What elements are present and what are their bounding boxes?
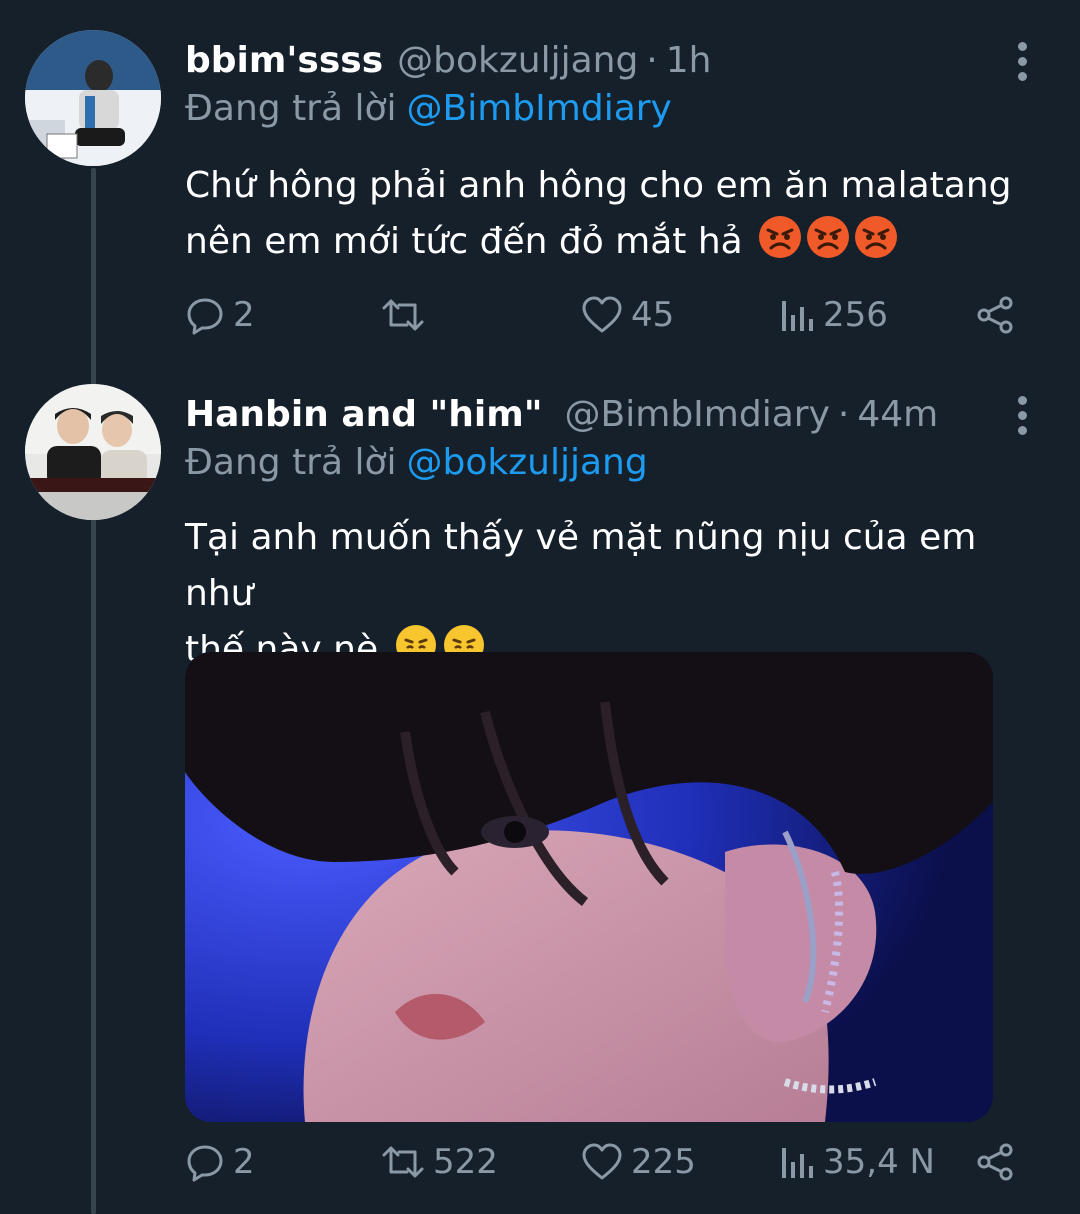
angry-face-emoji (854, 215, 898, 276)
retweet-button[interactable] (381, 295, 433, 335)
reply-button[interactable]: 2 (185, 1142, 255, 1182)
tweet[interactable]: bbim'ssss @bokzuljjang · 1h Đang trả lời… (0, 0, 1080, 360)
like-button[interactable]: 45 (581, 295, 674, 335)
tweet-text-line: Chứ hông phải anh hông cho em ăn malatan… (185, 165, 1012, 206)
share-button[interactable] (975, 295, 1015, 335)
separator-dot: · (646, 40, 658, 81)
retweet-count: 522 (433, 1142, 498, 1182)
tweet-text-line: nên em mới tức đến đỏ mắt hả (185, 221, 743, 262)
timestamp[interactable]: 1h (666, 40, 712, 81)
replying-to-mention[interactable]: @BimbImdiary (407, 88, 672, 129)
reply-count: 2 (233, 295, 255, 335)
replying-to: Đang trả lời @BimbImdiary (185, 88, 672, 129)
share-button[interactable] (975, 1142, 1015, 1182)
avatar[interactable] (25, 30, 161, 166)
share-icon (977, 296, 1013, 334)
separator-dot: · (837, 394, 850, 435)
user-handle[interactable]: @bokzuljjang (397, 40, 638, 81)
like-count: 225 (631, 1142, 696, 1182)
like-count: 45 (631, 295, 675, 335)
replying-to-mention[interactable]: @bokzuljjang (407, 442, 648, 483)
angry-face-emoji (758, 215, 802, 276)
views-icon (782, 301, 813, 331)
views-count: 256 (823, 295, 888, 335)
tweet-actions: 2 45 256 (185, 295, 1035, 345)
views-icon (782, 1148, 813, 1178)
like-icon (582, 296, 622, 333)
reply-icon (187, 1145, 223, 1182)
tweet-actions: 2 522 225 35,4 N (185, 1142, 1035, 1192)
retweet-icon (382, 1146, 424, 1178)
like-icon (582, 1143, 622, 1180)
avatar[interactable] (25, 384, 161, 520)
replying-prefix: Đang trả lời (185, 442, 397, 483)
tweet-text-line-with-emoji: nên em mới tức đến đỏ mắt hả (185, 214, 1045, 276)
views-button[interactable]: 35,4 N (779, 1142, 935, 1182)
tweet[interactable]: Hanbin and "him" @BimbImdiary · 44m Đang… (0, 360, 1080, 1214)
display-name[interactable]: bbim'ssss (185, 40, 383, 81)
retweet-icon (382, 299, 424, 331)
timestamp[interactable]: 44m (857, 394, 938, 435)
views-button[interactable]: 256 (779, 295, 888, 335)
tweet-text-line: Tại anh muốn thấy vẻ mặt nũng nịu của em… (185, 517, 977, 614)
retweet-button[interactable]: 522 (381, 1142, 498, 1182)
replying-prefix: Đang trả lời (185, 88, 397, 129)
reply-button[interactable]: 2 (185, 295, 255, 335)
tweet-media-image[interactable] (185, 652, 993, 1122)
display-name[interactable]: Hanbin and "him" (185, 394, 543, 435)
user-handle[interactable]: @BimbImdiary (565, 394, 830, 435)
more-icon[interactable] (1012, 42, 1032, 81)
share-icon (977, 1143, 1013, 1181)
like-button[interactable]: 225 (581, 1142, 696, 1182)
reply-icon (187, 298, 223, 335)
more-icon[interactable] (1012, 396, 1032, 435)
angry-face-emoji (806, 215, 850, 276)
views-count: 35,4 N (823, 1142, 935, 1182)
replying-to: Đang trả lời @bokzuljjang (185, 442, 648, 483)
tweet-header: Hanbin and "him" @BimbImdiary · 44m (185, 394, 990, 435)
reply-count: 2 (233, 1142, 255, 1182)
tweet-text: Chứ hông phải anh hông cho em ăn malatan… (185, 158, 1045, 276)
tweet-header: bbim'ssss @bokzuljjang · 1h (185, 40, 990, 81)
